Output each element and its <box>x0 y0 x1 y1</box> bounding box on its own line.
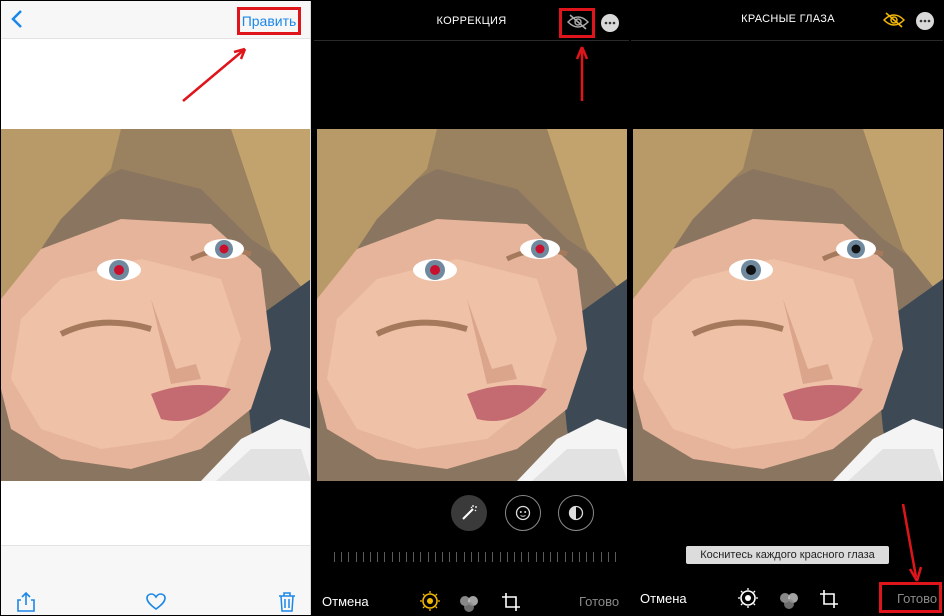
crop-tab[interactable] <box>817 587 841 611</box>
adjust-slider[interactable] <box>334 551 616 563</box>
delete-button[interactable] <box>275 590 299 614</box>
done-button[interactable]: Готово <box>579 594 619 609</box>
color-tool-button[interactable] <box>558 495 594 531</box>
adjust-tab[interactable] <box>418 589 442 613</box>
heart-icon <box>146 593 166 610</box>
annotation-arrow <box>901 503 923 582</box>
color-circles-icon <box>568 505 584 521</box>
photo-image[interactable] <box>317 129 627 481</box>
filters-tab[interactable] <box>457 591 481 615</box>
magic-wand-icon <box>462 505 477 520</box>
annotation-arrow <box>182 47 247 102</box>
red-eye-left <box>114 265 124 275</box>
red-eye-panel: КРАСНЫЕ ГЛАЗА Коснитесь каждого красного… <box>631 1 943 615</box>
favorite-button[interactable] <box>144 590 168 614</box>
red-eye-icon <box>515 505 531 521</box>
filters-tab[interactable] <box>777 588 801 612</box>
crop-icon <box>502 593 520 611</box>
red-eye-left <box>430 265 440 275</box>
red-eye-tool-button[interactable] <box>505 495 541 531</box>
crop-icon <box>820 590 838 608</box>
auto-enhance-button[interactable] <box>451 495 487 531</box>
filters-icon <box>780 593 798 609</box>
crop-tab[interactable] <box>499 590 523 614</box>
screenshot-frame: Править КОРРЕКЦИЯ Отмена Готово КРАСНЫЕ … <box>0 0 944 616</box>
annotation-arrow <box>575 46 589 101</box>
cancel-button[interactable]: Отмена <box>640 591 687 606</box>
adjust-dial-icon <box>738 588 758 608</box>
adjust-panel: КОРРЕКЦИЯ Отмена Готово <box>314 1 629 615</box>
trash-icon <box>279 592 295 612</box>
bottom-toolbar <box>1 545 310 615</box>
red-eye-right <box>219 244 229 254</box>
photo-view-panel: Править <box>1 1 311 615</box>
filters-icon <box>460 596 478 612</box>
adjust-tab[interactable] <box>736 586 760 610</box>
share-button[interactable] <box>14 590 38 614</box>
share-icon <box>17 592 35 612</box>
photo-image[interactable] <box>1 129 311 481</box>
highlight-box <box>879 582 942 613</box>
red-eye-right <box>535 244 545 254</box>
adjust-dial-icon <box>420 591 440 611</box>
cancel-button[interactable]: Отмена <box>322 594 369 609</box>
